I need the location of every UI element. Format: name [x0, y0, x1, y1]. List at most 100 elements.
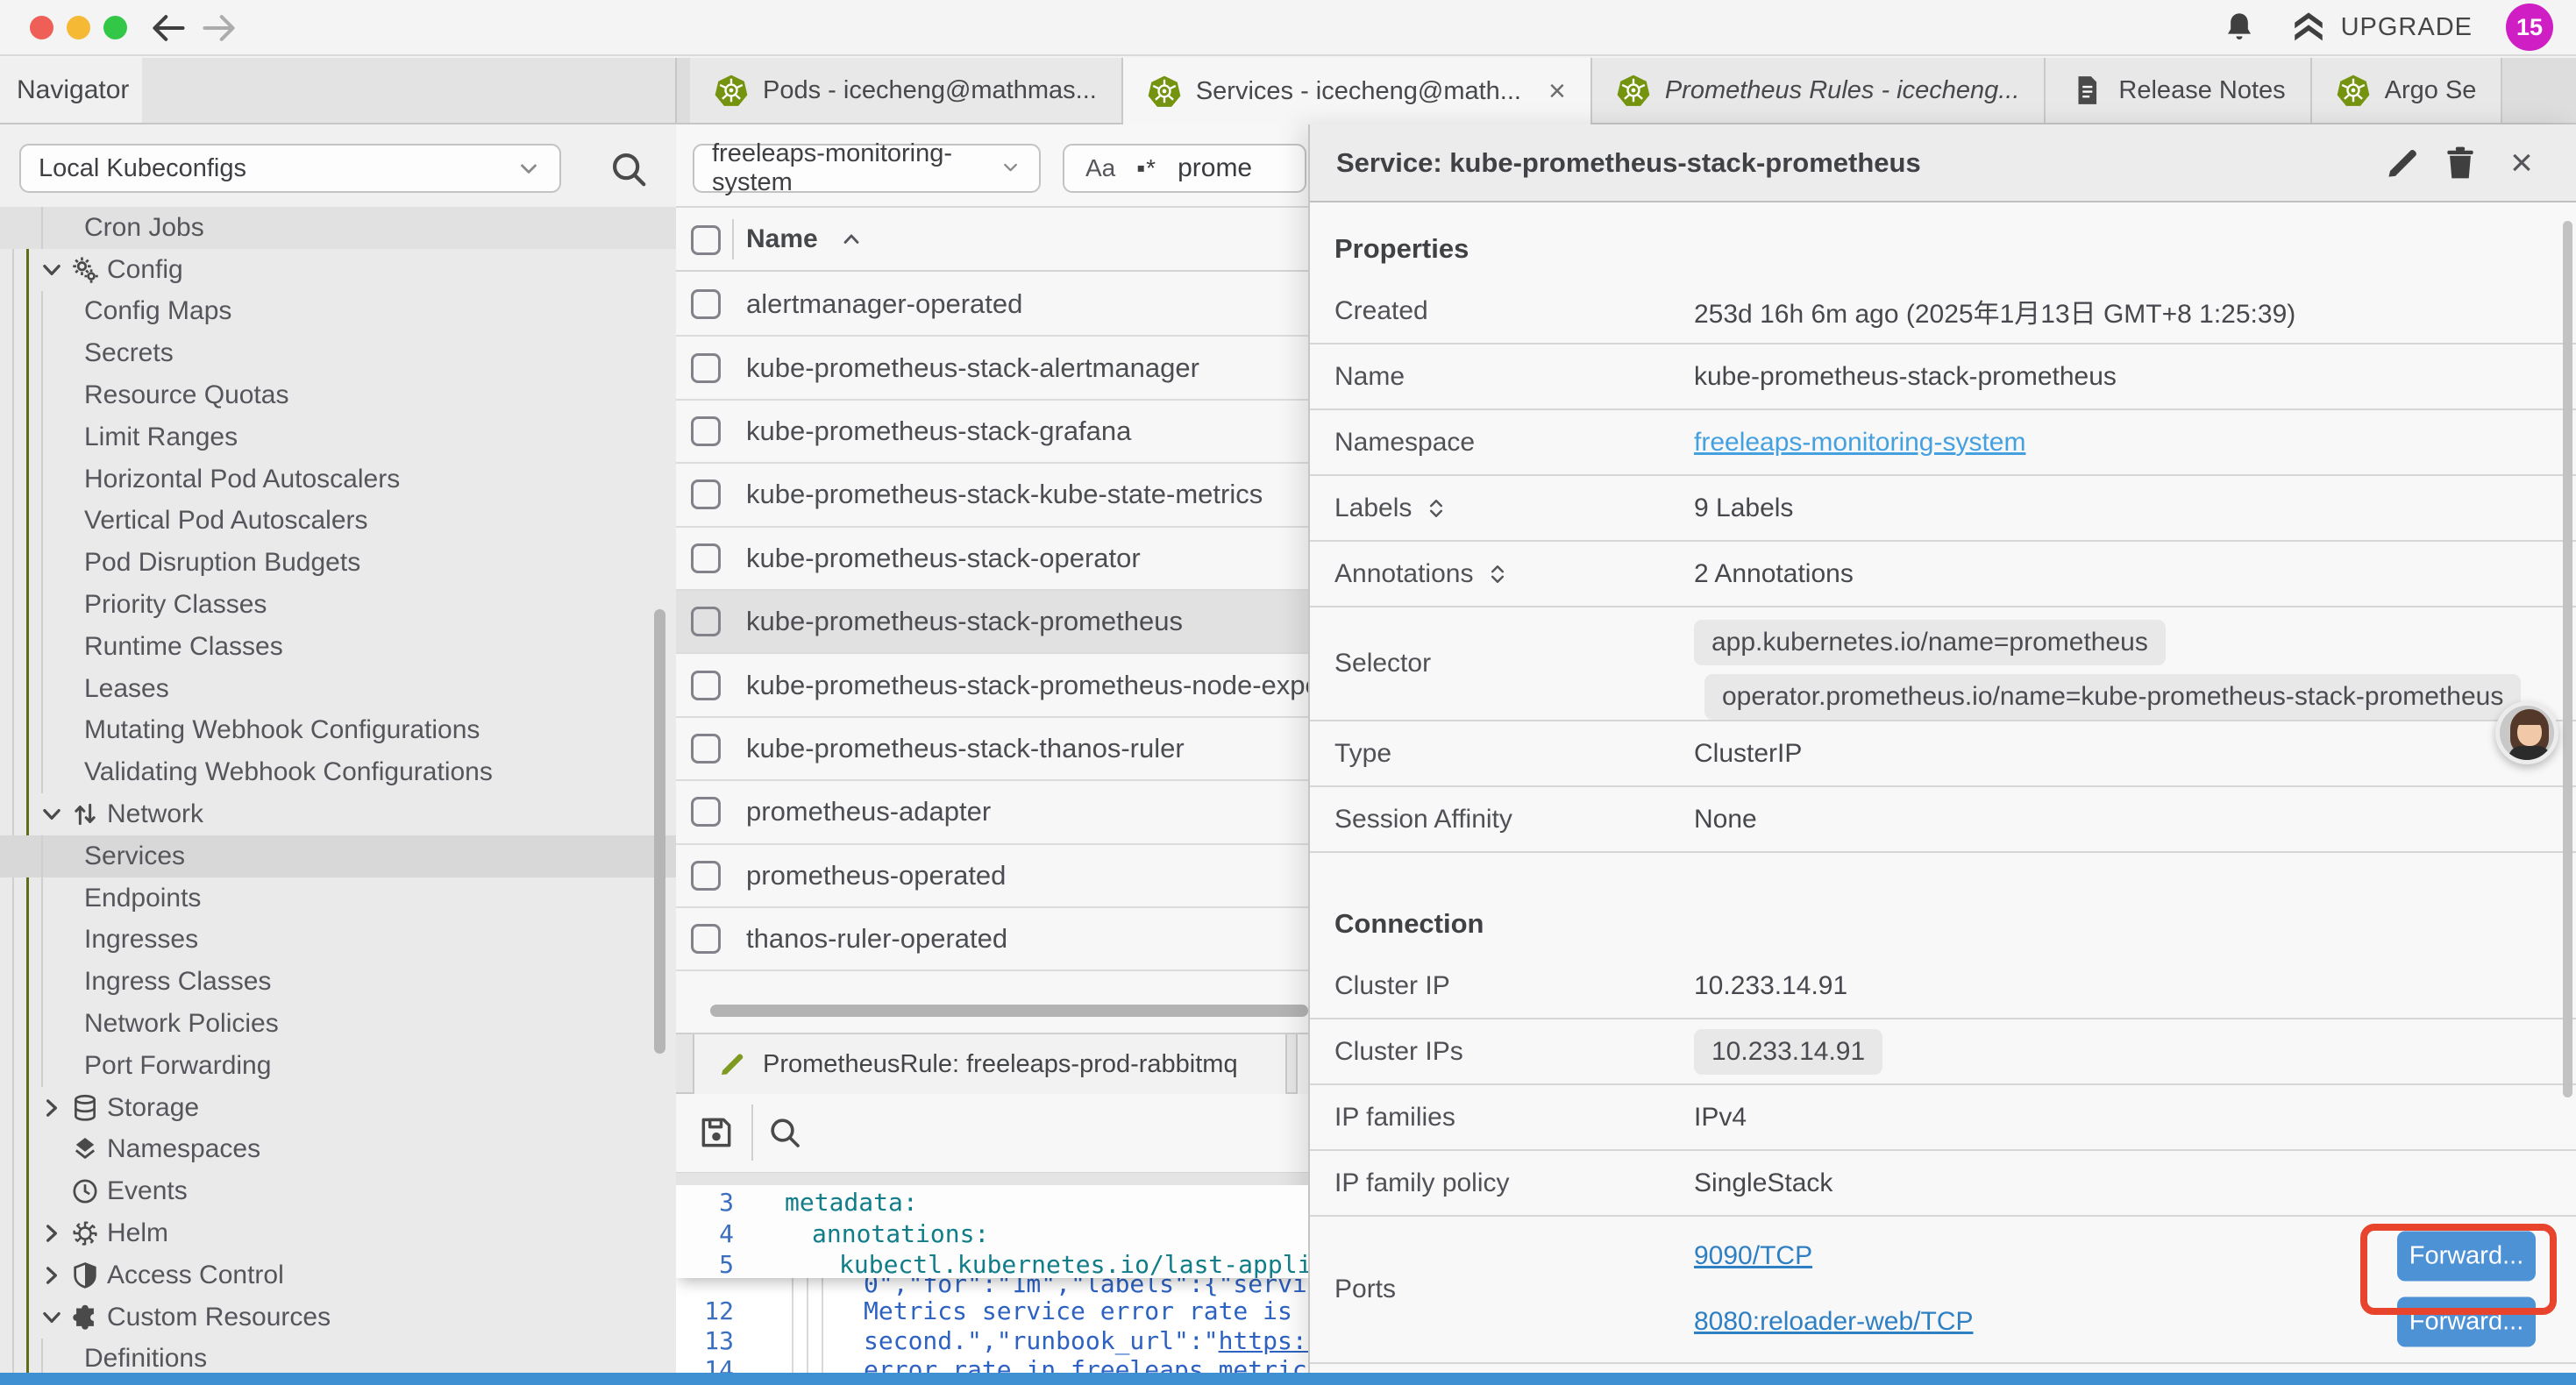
edit-pencil-icon[interactable]: [2383, 144, 2422, 182]
sidebar-item-validating-webhook-configurations[interactable]: Validating Webhook Configurations: [0, 751, 676, 793]
expand-collapse-icon[interactable]: [1485, 562, 1510, 586]
sidebar-item-config[interactable]: Config: [0, 249, 676, 291]
sidebar-item-services[interactable]: Services: [0, 835, 676, 877]
editor-tab-partial[interactable]: [1296, 1034, 1308, 1094]
tab-services-icecheng-math[interactable]: Services - icecheng@math...×: [1123, 58, 1592, 124]
sidebar-item-definitions[interactable]: Definitions: [0, 1339, 676, 1374]
row-checkbox[interactable]: [691, 607, 721, 636]
sidebar-item-leases[interactable]: Leases: [0, 668, 676, 710]
editor-tab-prometheusrule[interactable]: PrometheusRule: freeleaps-prod-rabbitmq: [693, 1034, 1287, 1094]
sidebar-item-vertical-pod-autoscalers[interactable]: Vertical Pod Autoscalers: [0, 501, 676, 543]
row-checkbox[interactable]: [691, 797, 721, 827]
sidebar-item-ingresses[interactable]: Ingresses: [0, 920, 676, 962]
bell-icon[interactable]: [2222, 10, 2257, 45]
chevron-right-icon[interactable]: [39, 1095, 65, 1121]
row-checkbox[interactable]: [691, 734, 721, 764]
chevron-right-icon[interactable]: [39, 1220, 65, 1246]
sort-ascending-icon[interactable]: [839, 227, 864, 252]
tab-prometheus-rules-icecheng[interactable]: Prometheus Rules - icecheng...: [1592, 58, 2046, 123]
port-link-9090-tcp[interactable]: 9090/TCP: [1694, 1241, 1812, 1271]
table-horizontal-scrollbar[interactable]: [710, 1005, 1308, 1017]
detail-scrollbar[interactable]: [2563, 221, 2572, 1097]
sidebar-item-endpoints[interactable]: Endpoints: [0, 877, 676, 920]
search-icon[interactable]: [608, 149, 649, 189]
table-row-thanos-ruler-operated[interactable]: thanos-ruler-operated: [676, 908, 1308, 971]
tab-navigator[interactable]: Navigator: [0, 58, 142, 123]
tab-close-icon[interactable]: ×: [1548, 75, 1566, 109]
forward-arrow-icon[interactable]: [200, 9, 238, 47]
window-minimize-button[interactable]: [67, 16, 90, 39]
table-row-kube-prometheus-stack-thanos-ruler[interactable]: kube-prometheus-stack-thanos-ruler: [676, 718, 1308, 781]
regex-icon[interactable]: ▪*: [1136, 154, 1156, 182]
editor-link-text[interactable]: https://net: [1219, 1326, 1308, 1355]
sidebar-item-access-control[interactable]: Access Control: [0, 1254, 676, 1296]
row-checkbox[interactable]: [691, 289, 721, 319]
sidebar-item-secrets[interactable]: Secrets: [0, 332, 676, 374]
forward-button[interactable]: Forward...: [2397, 1232, 2536, 1282]
sidebar-item-limit-ranges[interactable]: Limit Ranges: [0, 416, 676, 458]
kubeconfig-select[interactable]: Local Kubeconfigs: [19, 144, 561, 193]
row-checkbox[interactable]: [691, 543, 721, 573]
close-icon[interactable]: ×: [2502, 144, 2541, 182]
sidebar-item-ingress-classes[interactable]: Ingress Classes: [0, 961, 676, 1003]
sidebar-item-runtime-classes[interactable]: Runtime Classes: [0, 626, 676, 668]
table-row-prometheus-adapter[interactable]: prometheus-adapter: [676, 781, 1308, 844]
chevron-down-icon[interactable]: [39, 801, 65, 827]
sidebar-item-network-policies[interactable]: Network Policies: [0, 1003, 676, 1045]
select-all-checkbox[interactable]: [691, 225, 721, 255]
sidebar-item-mutating-webhook-configurations[interactable]: Mutating Webhook Configurations: [0, 710, 676, 752]
sidebar-item-network[interactable]: Network: [0, 793, 676, 835]
expand-collapse-icon[interactable]: [1424, 496, 1448, 521]
back-arrow-icon[interactable]: [149, 9, 188, 47]
row-checkbox[interactable]: [691, 861, 721, 891]
sidebar-item-helm[interactable]: Helm: [0, 1212, 676, 1254]
row-checkbox[interactable]: [691, 479, 721, 509]
table-row-kube-prometheus-stack-operator[interactable]: kube-prometheus-stack-operator: [676, 528, 1308, 591]
table-row-alertmanager-operated[interactable]: alertmanager-operated: [676, 273, 1308, 337]
trash-icon[interactable]: [2441, 144, 2480, 182]
row-checkbox[interactable]: [691, 924, 721, 954]
window-zoom-button[interactable]: [103, 16, 127, 39]
sidebar-scrollbar[interactable]: [654, 609, 665, 1054]
table-row-kube-prometheus-stack-alertmanager[interactable]: kube-prometheus-stack-alertmanager: [676, 337, 1308, 400]
sidebar-item-custom-resources[interactable]: Custom Resources: [0, 1296, 676, 1339]
upgrade-button[interactable]: UPGRADE: [2290, 9, 2473, 46]
table-row-kube-prometheus-stack-prometheus[interactable]: kube-prometheus-stack-prometheus: [676, 591, 1308, 654]
chevron-down-icon[interactable]: [39, 1304, 65, 1331]
row-checkbox[interactable]: [691, 671, 721, 700]
assistant-avatar[interactable]: [2495, 701, 2558, 764]
row-checkbox[interactable]: [691, 353, 721, 383]
sidebar-item-resource-quotas[interactable]: Resource Quotas: [0, 374, 676, 416]
yaml-editor[interactable]: 0","for":"1m","labels":{"service":"f12Me…: [676, 1185, 1308, 1374]
row-checkbox[interactable]: [691, 416, 721, 446]
table-row-kube-prometheus-stack-kube-state-metrics[interactable]: kube-prometheus-stack-kube-state-metrics: [676, 464, 1308, 527]
table-row-kube-prometheus-stack-grafana[interactable]: kube-prometheus-stack-grafana: [676, 401, 1308, 464]
forward-button[interactable]: Forward...: [2397, 1297, 2536, 1347]
sidebar-item-cron-jobs[interactable]: Cron Jobs: [0, 207, 676, 249]
sidebar-item-events[interactable]: Events: [0, 1170, 676, 1212]
match-case-icon[interactable]: Aa: [1085, 154, 1115, 182]
search-icon[interactable]: [767, 1115, 802, 1150]
sidebar-item-namespaces[interactable]: Namespaces: [0, 1129, 676, 1171]
tab-pods-icecheng-mathmas[interactable]: Pods - icecheng@mathmas...: [690, 58, 1123, 123]
sidebar-item-horizontal-pod-autoscalers[interactable]: Horizontal Pod Autoscalers: [0, 458, 676, 501]
tab-release-notes[interactable]: Release Notes: [2046, 58, 2311, 123]
window-close-button[interactable]: [30, 16, 53, 39]
chevron-right-icon[interactable]: [39, 1262, 65, 1289]
table-row-kube-prometheus-stack-prometheus-node-expor[interactable]: kube-prometheus-stack-prometheus-node-ex…: [676, 654, 1308, 717]
sidebar-item-storage[interactable]: Storage: [0, 1087, 676, 1129]
port-link-8080-reloader-web-tcp[interactable]: 8080:reloader-web/TCP: [1694, 1307, 1974, 1337]
sidebar-item-pod-disruption-budgets[interactable]: Pod Disruption Budgets: [0, 542, 676, 584]
table-row-prometheus-operated[interactable]: prometheus-operated: [676, 845, 1308, 908]
sidebar-item-priority-classes[interactable]: Priority Classes: [0, 584, 676, 626]
notification-count-badge[interactable]: 15: [2506, 4, 2553, 51]
namespace-select[interactable]: freeleaps-monitoring-system: [693, 144, 1041, 193]
search-input[interactable]: Aa ▪* prome: [1063, 144, 1306, 193]
chevron-down-icon[interactable]: [39, 257, 65, 283]
namespace-link[interactable]: freeleaps-monitoring-system: [1694, 428, 2025, 458]
sidebar-item-port-forwarding[interactable]: Port Forwarding: [0, 1045, 676, 1087]
save-icon[interactable]: [697, 1113, 736, 1152]
tab-argo-se[interactable]: Argo Se: [2312, 58, 2503, 123]
sidebar-item-config-maps[interactable]: Config Maps: [0, 291, 676, 333]
name-column-header[interactable]: Name: [746, 208, 818, 270]
